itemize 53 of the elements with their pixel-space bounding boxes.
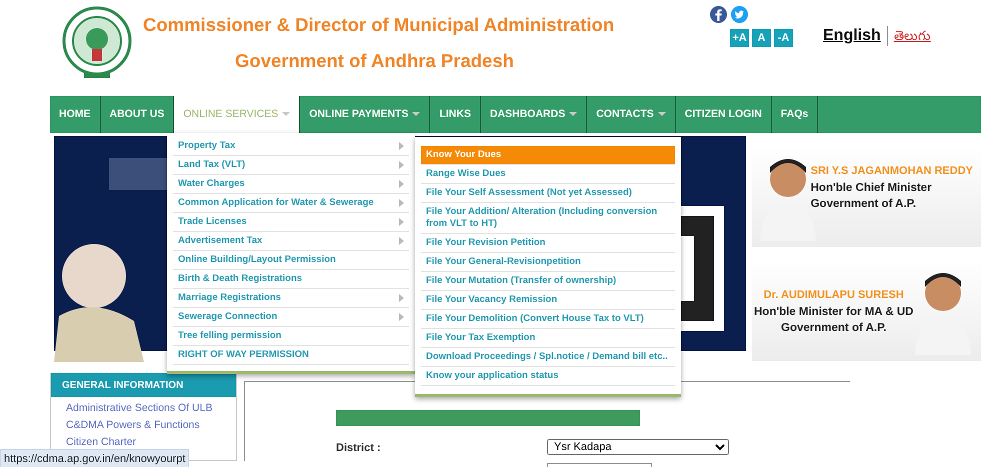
font-size-button[interactable]: -A <box>774 29 793 47</box>
menu-item[interactable]: Range Wise Dues <box>421 165 675 184</box>
menu-item[interactable]: Birth & Death Registrations <box>173 270 409 289</box>
site-title: Commissioner & Director of Municipal Administration <box>143 13 614 37</box>
twitter-icon[interactable] <box>731 6 748 23</box>
nav-tab[interactable]: LINKS <box>430 96 481 133</box>
site-subtitle: Government of Andhra Pradesh <box>235 49 514 73</box>
facebook-icon[interactable] <box>710 6 727 23</box>
menu-item[interactable]: Advertisement Tax <box>173 232 409 251</box>
menu-item[interactable]: Online Building/Layout Permission <box>173 251 409 270</box>
menu-item[interactable]: Land Tax (VLT) <box>173 156 409 175</box>
minister-org: Government of A.P. <box>780 320 888 336</box>
menu-item[interactable]: Marriage Registrations <box>173 289 409 308</box>
menu-item[interactable]: File Your General-Revisionpetition <box>421 253 675 272</box>
menu-item[interactable]: Tree felling permission <box>173 327 409 346</box>
district-select[interactable]: Ysr Kadapa <box>547 439 729 455</box>
menu-item[interactable]: Sewerage Connection <box>173 308 409 327</box>
menu-item[interactable]: Common Application for Water & Sewerage <box>173 194 409 213</box>
minister-role: Hon'ble Minister for MA & UD <box>754 304 914 320</box>
sidebar-link[interactable]: Citizen Charter <box>66 435 136 449</box>
nav-tab[interactable]: HOME <box>50 96 100 133</box>
nav-tab[interactable]: CITIZEN LOGIN <box>676 96 772 133</box>
menu-item[interactable]: Property Tax <box>173 137 409 156</box>
menu-item[interactable]: File Your Vacancy Remission <box>421 291 675 310</box>
nav-tab[interactable]: DASHBOARDS <box>480 96 588 133</box>
minister-name: SRI Y.S JAGANMOHAN REDDY <box>810 164 973 179</box>
menu-item[interactable]: Water Charges <box>173 175 409 194</box>
menu-item[interactable]: File Your Revision Petition <box>421 234 675 253</box>
nav-tab[interactable]: FAQs <box>772 96 818 133</box>
sidebar-link[interactable]: C&DMA Powers & Functions <box>66 418 200 432</box>
menu-item[interactable]: Download Proceedings / Spl.notice / Demand bill etc.. <box>421 348 675 367</box>
minister-name: Dr. AUDIMULAPU SURESH <box>762 288 905 303</box>
menu-item[interactable]: File Your Tax Exemption <box>421 329 675 348</box>
menu-item[interactable]: Trade Licenses <box>173 213 409 232</box>
menu-item[interactable]: Know your application status <box>421 367 675 386</box>
font-size-button[interactable]: A <box>752 29 771 47</box>
district-label: District : <box>336 441 381 456</box>
menu-item[interactable]: File Your Self Assessment (Not yet Assessed) <box>421 184 675 203</box>
minister-org: Government of A.P. <box>810 196 918 212</box>
status-url-tooltip: https://cdma.ap.gov.in/en/knowyourpt <box>0 449 190 467</box>
menu-item[interactable]: File Your Demolition (Convert House Tax to VLT) <box>421 310 675 329</box>
menu-item[interactable]: Know Your Dues <box>421 146 675 165</box>
language-link[interactable]: తెలుగు <box>886 26 931 46</box>
menu-item[interactable]: RIGHT OF WAY PERMISSION <box>173 346 409 365</box>
language-link[interactable]: English <box>823 24 881 48</box>
nav-tab[interactable]: ONLINE SERVICES <box>174 96 300 133</box>
font-size-button[interactable]: +A <box>730 29 749 47</box>
minister-role: Hon'ble Chief Minister <box>810 180 933 196</box>
menu-item[interactable]: File Your Mutation (Transfer of ownership) <box>421 272 675 291</box>
sidebar-link[interactable]: Administrative Sections Of ULB <box>66 401 212 415</box>
sidebar-header: GENERAL INFORMATION <box>51 373 236 397</box>
nav-tab[interactable]: CONTACTS <box>587 96 676 133</box>
menu-item[interactable]: File Your Addition/ Alteration (Including conversion from VLT to HT) <box>421 203 675 234</box>
